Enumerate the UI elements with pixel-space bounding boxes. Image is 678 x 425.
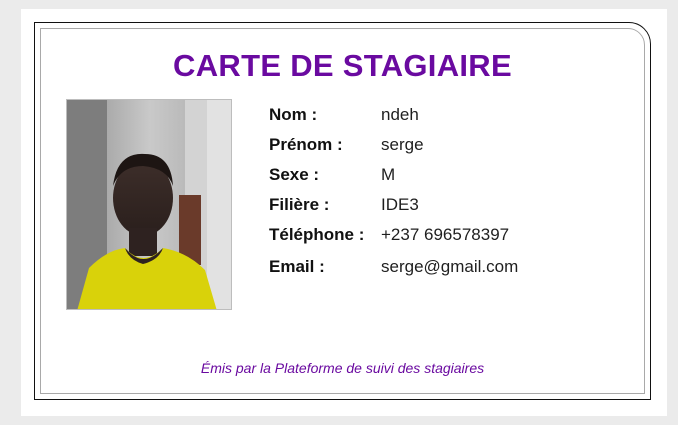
field-label: Filière : — [269, 195, 330, 214]
field-label: Nom : — [269, 105, 318, 124]
trainee-card-inner-border: CARTE DE STAGIAIRE Nom: ndeh Prénom: s… — [40, 28, 645, 394]
field-value: serge — [381, 135, 424, 154]
viewport: CARTE DE STAGIAIRE Nom: ndeh Prénom: s… — [0, 0, 678, 425]
field-telephone: Téléphone : +237 696578397 — [269, 225, 599, 245]
page: CARTE DE STAGIAIRE Nom: ndeh Prénom: s… — [21, 9, 667, 416]
field-value: serge@gmail.com — [381, 257, 519, 276]
trainee-photo — [66, 99, 232, 310]
field-label: Téléphone : — [269, 225, 365, 244]
field-sexe: Sexe : M — [269, 165, 599, 185]
card-title: CARTE DE STAGIAIRE — [173, 48, 512, 83]
photo-illustration — [67, 100, 231, 309]
field-label: Prénom : — [269, 135, 343, 154]
field-value: M — [381, 165, 396, 184]
field-label: Email : — [269, 257, 325, 276]
card-footer: Émis par la Plateforme de suivi des stag… — [200, 360, 485, 376]
field-prenom: Prénom : serge — [269, 135, 599, 155]
field-filiere: Filière : IDE3 — [269, 195, 599, 215]
field-email: Email : serge@gmail.com — [269, 257, 599, 277]
field-label: Sexe : — [269, 165, 320, 184]
field-value: +237 696578397 — [381, 225, 510, 244]
field-nom: Nom : ndeh — [269, 105, 599, 125]
trainee-card: CARTE DE STAGIAIRE Nom: ndeh Prénom: s… — [34, 22, 651, 400]
field-value: ndeh — [381, 105, 419, 124]
field-value: IDE3 — [381, 195, 419, 214]
trainee-fields: Nom : ndeh Prénom : serge Sexe : M Filiè… — [269, 105, 599, 287]
